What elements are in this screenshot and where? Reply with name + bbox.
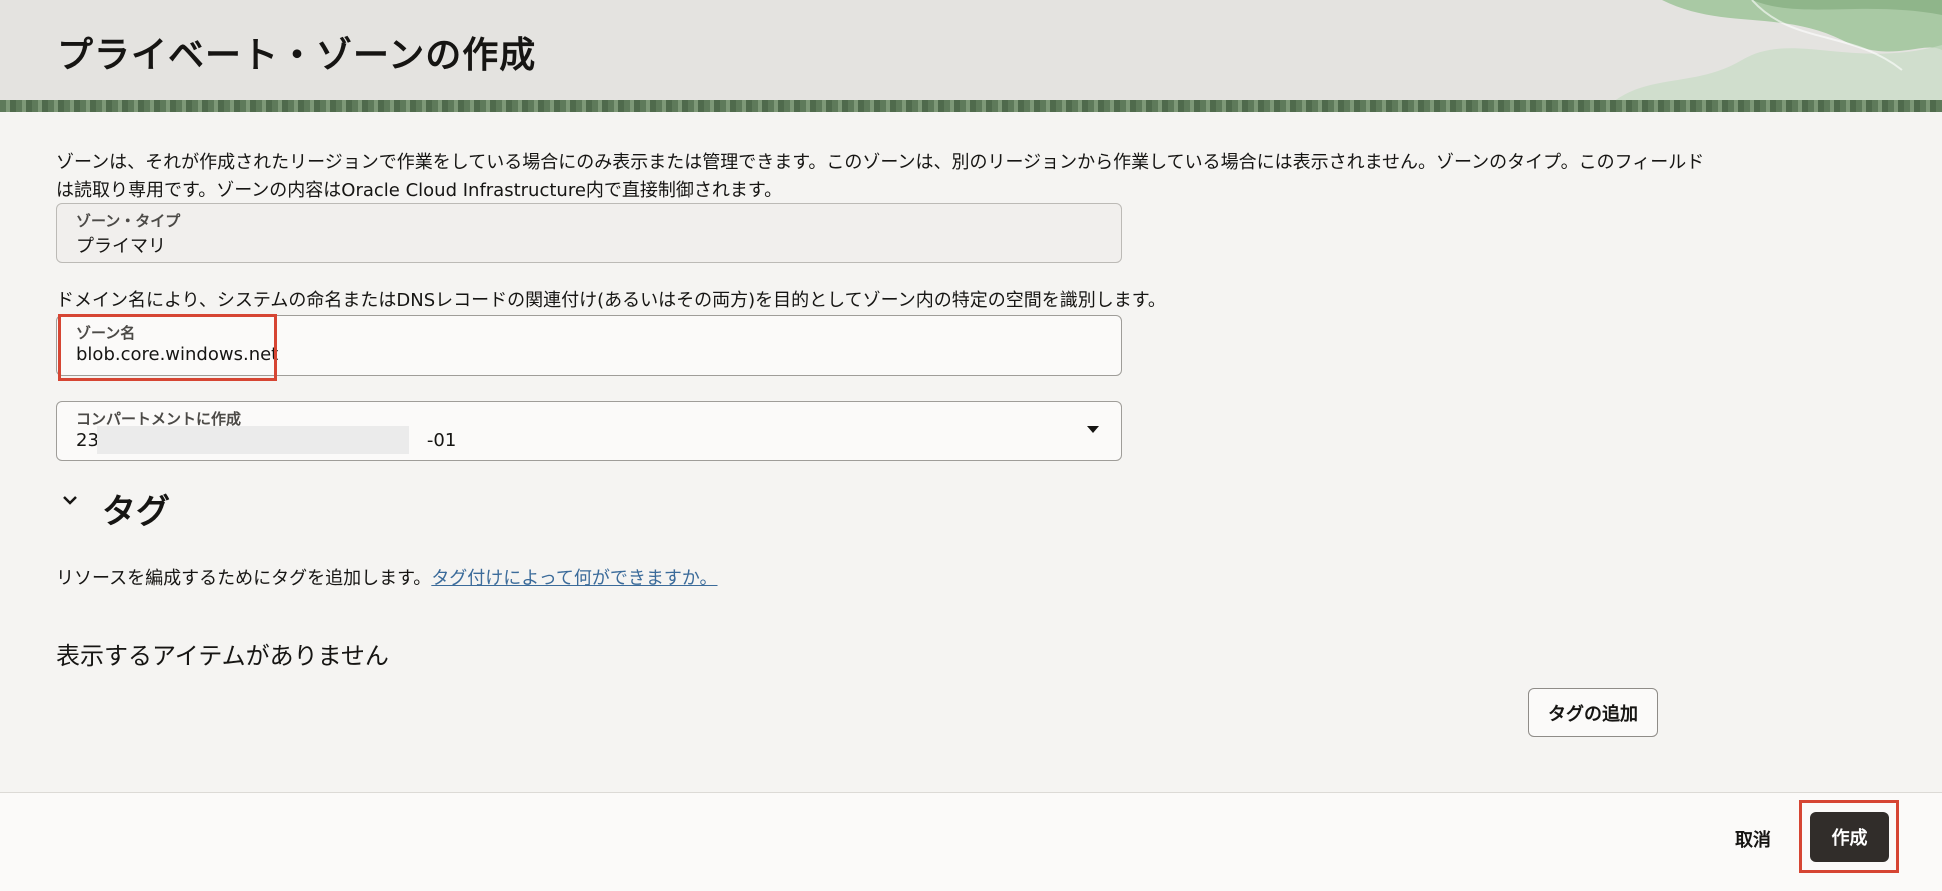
header-decoration — [1602, 0, 1942, 112]
compartment-value-prefix: 23 — [76, 430, 99, 451]
compartment-value-suffix: -01 — [426, 430, 457, 451]
header-pattern-band — [0, 100, 1942, 112]
empty-tags-message: 表示するアイテムがありません — [56, 642, 389, 670]
add-tag-button[interactable]: タグの追加 — [1528, 688, 1658, 737]
tags-description: リソースを編成するためにタグを追加します。 — [56, 568, 432, 589]
chevron-down-icon[interactable] — [58, 488, 82, 512]
page-title: プライベート・ゾーンの作成 — [57, 35, 537, 76]
tags-help-link[interactable]: タグ付けによって何ができますか。 — [431, 568, 717, 589]
tags-heading: タグ — [102, 492, 170, 532]
caret-down-icon[interactable] — [1087, 426, 1099, 433]
zone-name-input[interactable]: ゾーン名 blob.core.windows.net — [56, 315, 1122, 376]
zone-type-label: ゾーン・タイプ — [76, 212, 181, 230]
zone-intro-text: ゾーンは、それが作成されたリージョンで作業をしている場合にのみ表示または管理でき… — [56, 152, 1705, 201]
redacted-area — [97, 426, 409, 454]
zone-type-field: ゾーン・タイプ プライマリ — [56, 203, 1122, 263]
page-header: プライベート・ゾーンの作成 — [0, 0, 1942, 112]
compartment-select[interactable]: コンパートメントに作成 23 -01 — [56, 401, 1122, 461]
zone-type-value: プライマリ — [76, 236, 166, 257]
create-button[interactable]: 作成 — [1810, 812, 1889, 862]
cancel-button[interactable]: 取消 — [1722, 824, 1784, 854]
tags-description-line: リソースを編成するためにタグを追加します。タグ付けによって何ができますか。 — [56, 564, 718, 590]
footer-bar — [0, 792, 1942, 891]
domain-description: ドメイン名により、システムの命名またはDNSレコードの関連付け(あるいはその両方… — [56, 290, 1166, 311]
zone-name-label: ゾーン名 — [76, 324, 136, 342]
zone-name-value[interactable]: blob.core.windows.net — [76, 344, 278, 365]
